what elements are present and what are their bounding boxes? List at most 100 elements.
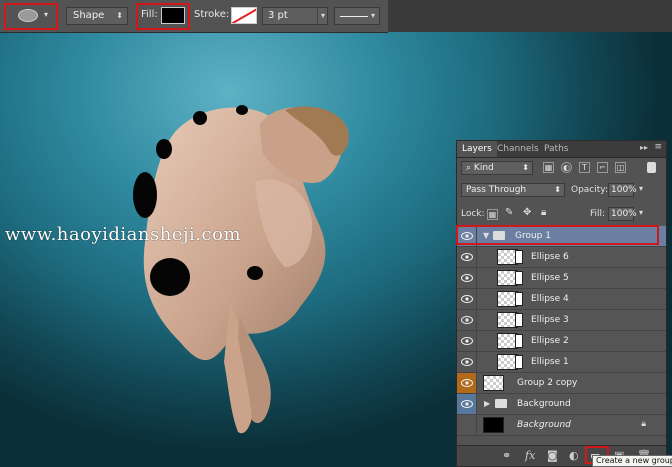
ellipse-dot [156,139,172,159]
filter-type-icon[interactable]: T [579,162,590,173]
eye-icon [460,379,473,387]
add-mask-icon[interactable]: ◙ [547,449,558,463]
ellipse-dot [236,105,248,115]
ellipse-dot [133,172,157,218]
select-arrows-icon: ⬍ [116,11,123,20]
lock-label: Lock: [461,209,485,219]
layer-row-ellipse-3[interactable]: Ellipse 3 [457,310,666,331]
lock-all-icon[interactable]: 🔒︎ [541,207,546,218]
vector-mask-thumbnail [515,292,523,306]
lock-position-icon[interactable]: ✥ [523,207,531,218]
search-icon: ⌕ [466,163,472,173]
layer-row-ellipse-6[interactable]: Ellipse 6 [457,247,666,268]
vector-mask-thumbnail [515,271,523,285]
blend-mode-value: Pass Through [466,185,527,195]
layer-name: Group 2 copy [517,378,578,388]
lock-transparent-icon[interactable]: ▦ [487,209,498,220]
layers-panel: Layers Channels Paths ▸▸ ≡ ⌕ Kind ⬍ ▦ ◐ … [456,140,667,467]
layer-name: Ellipse 4 [531,294,569,304]
fill-value: 100% [611,209,637,219]
blend-mode-select[interactable]: Pass Through ⬍ [461,183,565,197]
adjustment-layer-icon[interactable]: ◐ [569,449,579,463]
layer-row-group-2-copy[interactable]: Group 2 copy [457,373,666,394]
layer-name: Background [517,399,571,409]
ellipse-dot [193,111,207,125]
tab-layers[interactable]: Layers [457,141,497,157]
select-arrows-icon: ⬍ [522,163,529,172]
layer-row-ellipse-5[interactable]: Ellipse 5 [457,268,666,289]
vector-mask-thumbnail [515,355,523,369]
layer-row-background-group[interactable]: ▶ Background [457,394,666,415]
watermark-text: www.haoyidiansheji.com [5,224,242,245]
layer-list: ▼ Group 1 Ellipse 6 Ellipse 5 Ellipse 4 [457,226,666,436]
layer-name: Background [517,420,571,430]
filter-kind-select[interactable]: ⌕ Kind ⬍ [461,161,533,175]
filter-smart-object-icon[interactable]: ◫ [615,162,626,173]
stroke-size-value: 3 pt [268,10,288,21]
chevron-down-icon[interactable]: ▾ [639,208,643,217]
visibility-toggle[interactable] [457,247,477,267]
tool-preset-arrow-icon[interactable]: ▾ [44,10,48,19]
lock-image-icon[interactable]: ✎ [505,207,513,218]
eye-icon [460,253,473,261]
visibility-toggle[interactable] [457,268,477,288]
vector-mask-thumbnail [515,250,523,264]
opacity-field[interactable]: 100% [608,183,637,197]
stroke-swatch[interactable] [231,7,257,24]
fx-icon[interactable]: fx [525,449,535,463]
eye-icon [460,274,473,282]
fill-label: Fill: [141,9,158,20]
ellipse-icon[interactable] [18,9,38,22]
ellipse-dot [150,258,190,296]
visibility-toggle[interactable] [457,394,477,414]
stroke-size-field[interactable]: 3 pt ▾ [262,7,328,25]
tab-paths[interactable]: Paths [539,141,573,157]
collapse-panel-icon[interactable]: ▸▸ [640,143,648,152]
panel-menu-icon[interactable]: ≡ [654,142,662,152]
filter-pixel-icon[interactable]: ▦ [543,162,554,173]
no-stroke-slash-icon [232,8,256,23]
layer-row-ellipse-4[interactable]: Ellipse 4 [457,289,666,310]
eye-icon [460,358,473,366]
chevron-down-icon[interactable]: ▾ [639,184,643,193]
layer-name: Ellipse 2 [531,336,569,346]
visibility-toggle[interactable] [457,352,477,372]
stroke-type-select[interactable]: ▾ [334,7,380,25]
layer-thumbnail [483,417,504,433]
mode-select[interactable]: Shape ⬍ [66,7,128,25]
eye-icon [460,400,473,408]
layer-thumbnail [483,375,504,391]
folder-icon [495,399,507,408]
tooltip: Create a new group [592,455,672,467]
visibility-toggle[interactable] [457,331,477,351]
layer-row-ellipse-2[interactable]: Ellipse 2 [457,331,666,352]
visibility-toggle[interactable] [457,289,477,309]
mode-value: Shape [73,10,105,21]
ellipse-dot [247,266,263,280]
visibility-toggle-empty[interactable] [457,415,477,435]
tab-channels[interactable]: Channels [492,141,544,157]
filter-toggle-icon[interactable] [647,162,656,173]
opacity-value: 100% [611,185,637,195]
vector-mask-thumbnail [515,313,523,327]
stroke-line-icon [340,16,368,17]
visibility-toggle[interactable] [457,310,477,330]
lock-icon: 🔒︎ [641,419,646,429]
vector-mask-thumbnail [515,334,523,348]
layer-row-ellipse-1[interactable]: Ellipse 1 [457,352,666,373]
layer-name: Ellipse 3 [531,315,569,325]
fill-swatch[interactable] [161,7,185,24]
layer-row-background[interactable]: Background 🔒︎ [457,415,666,436]
panel-tabs: Layers Channels Paths ▸▸ ≡ [457,141,666,158]
filter-shape-icon[interactable]: ⌐ [597,162,608,173]
collapse-triangle-icon[interactable]: ▶ [484,399,490,408]
visibility-toggle[interactable] [457,373,477,393]
layer-name: Ellipse 6 [531,252,569,262]
filter-adjustment-icon[interactable]: ◐ [561,162,572,173]
options-bar: ▾ Shape ⬍ Fill: Stroke: 3 pt ▾ ▾ [0,0,388,33]
fill-field[interactable]: 100% [608,207,637,221]
eye-icon [460,295,473,303]
fill-label: Fill: [590,209,606,219]
layer-name: Ellipse 5 [531,273,569,283]
link-layers-icon[interactable]: ⚭ [502,449,511,463]
